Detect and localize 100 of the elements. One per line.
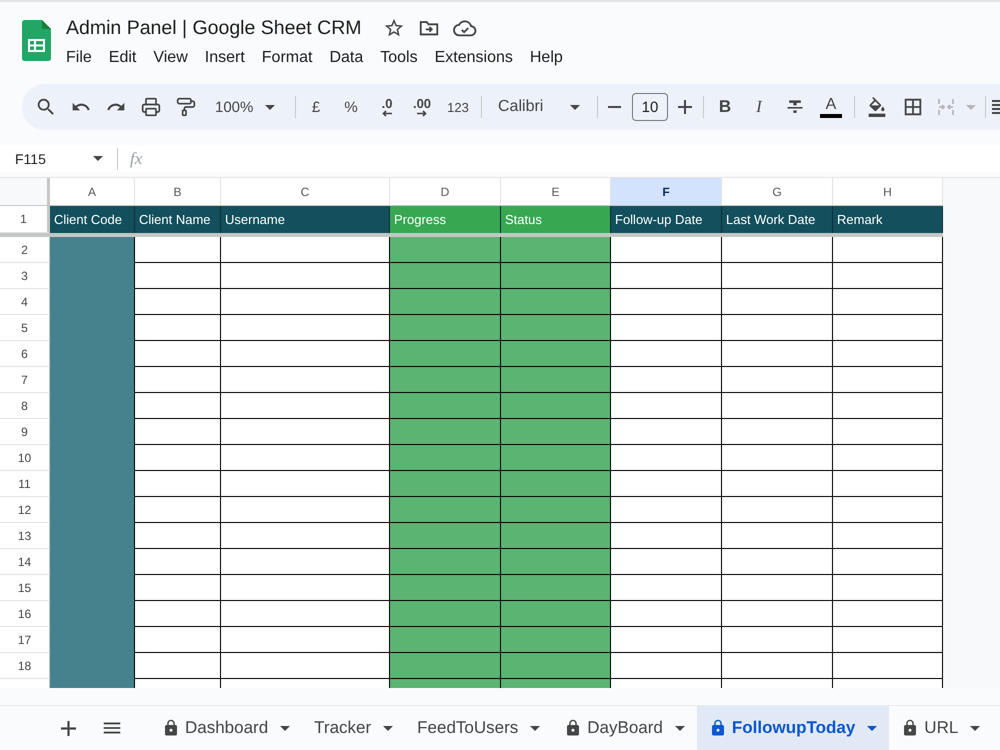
sheet-tab[interactable]: URL [889,706,992,750]
sheet-cell[interactable] [722,627,833,653]
sheet-cell[interactable] [501,679,611,688]
sheet-cell[interactable] [833,653,943,679]
sheet-cell[interactable] [135,679,221,688]
sheet-cell[interactable] [501,367,611,393]
row-number[interactable]: 8 [0,393,50,419]
document-title[interactable]: Admin Panel | Google Sheet CRM [66,16,362,40]
sheet-cell[interactable] [221,601,390,627]
header-cell[interactable]: Client Name [135,206,221,233]
sheet-cell[interactable] [611,679,722,688]
sheet-cell[interactable] [390,445,501,471]
sheet-cell[interactable] [390,367,501,393]
sheet-cell[interactable] [135,367,221,393]
sheet-cell[interactable] [611,393,722,419]
sheet-cell[interactable] [501,419,611,445]
header-cell[interactable]: Username [221,206,390,233]
header-cell[interactable]: Follow-up Date [611,206,722,233]
sheet-cell[interactable] [221,263,390,289]
sheet-cell[interactable] [611,549,722,575]
row-number[interactable]: 16 [0,601,50,627]
sheet-cell[interactable] [722,471,833,497]
sheet-cell[interactable] [501,627,611,653]
sheet-cell[interactable] [833,445,943,471]
sheet-cell[interactable] [135,549,221,575]
percent-button[interactable]: % [334,92,368,122]
sheet-cell[interactable] [390,419,501,445]
row-number[interactable]: 15 [0,575,50,601]
sheet-cell[interactable] [221,341,390,367]
row-number[interactable]: 5 [0,315,50,341]
row-number[interactable]: 12 [0,497,50,523]
row-number[interactable]: 4 [0,289,50,315]
sheet-cell[interactable] [50,237,135,263]
menu-item[interactable]: Extensions [434,49,513,67]
sheet-cell[interactable] [501,445,611,471]
sheet-cell[interactable] [501,471,611,497]
sheet-cell[interactable] [833,497,943,523]
sheet-cell[interactable] [221,549,390,575]
sheet-cell[interactable] [135,523,221,549]
menu-item[interactable]: Edit [108,49,136,67]
sheet-cell[interactable] [722,523,833,549]
name-box[interactable]: F115 [0,145,108,172]
sheet-cell[interactable] [390,523,501,549]
sheet-cell[interactable] [611,367,722,393]
row-number[interactable]: 1 [0,206,50,233]
sheet-cell[interactable] [611,497,722,523]
sheet-cell[interactable] [390,237,501,263]
sheet-cell[interactable] [722,653,833,679]
column-letter[interactable]: A [50,178,135,206]
sheet-cell[interactable] [390,263,501,289]
row-number[interactable]: 17 [0,627,50,653]
sheet-cell[interactable] [833,289,943,315]
sheet-cell[interactable] [501,315,611,341]
sheet-cell[interactable] [221,237,390,263]
row-number[interactable]: 7 [0,367,50,393]
menu-item[interactable]: View [153,49,188,67]
sheet-cell[interactable] [501,575,611,601]
sheet-cell[interactable] [722,237,833,263]
sheet-cell[interactable] [611,653,722,679]
header-cell[interactable]: Client Code [50,206,135,233]
sheet-cell[interactable] [390,679,501,688]
row-number[interactable]: 2 [0,237,50,263]
sheet-cell[interactable] [611,263,722,289]
sheet-cell[interactable] [390,497,501,523]
sheet-cell[interactable] [135,601,221,627]
sheet-cell[interactable] [221,575,390,601]
sheet-cell[interactable] [611,471,722,497]
bold-button[interactable]: B [708,92,742,122]
sheet-cell[interactable] [833,523,943,549]
sheet-cell[interactable] [221,315,390,341]
sheet-cell[interactable] [390,341,501,367]
column-letter[interactable]: H [833,178,943,206]
sheet-cell[interactable] [722,679,833,688]
sheet-cell[interactable] [135,289,221,315]
sheet-cell[interactable] [501,601,611,627]
header-cell[interactable]: Last Work Date [722,206,833,233]
menu-item[interactable]: Format [262,49,312,67]
sheet-cell[interactable] [501,497,611,523]
sheet-cell[interactable] [501,237,611,263]
sheet-cell[interactable] [390,601,501,627]
sheet-cell[interactable] [722,367,833,393]
sheet-tab[interactable]: DayBoard [552,706,697,750]
increase-decimal-button[interactable]: .00 [405,92,439,122]
sheet-cell[interactable] [221,627,390,653]
sheet-cell[interactable] [390,653,501,679]
sheet-cell[interactable] [501,289,611,315]
star-icon[interactable] [382,17,405,39]
sheet-cell[interactable] [135,341,221,367]
row-number[interactable]: 9 [0,419,50,445]
sheet-cell[interactable] [221,393,390,419]
sheet-cell[interactable] [611,445,722,471]
sheet-cell[interactable] [722,419,833,445]
row-header-cell[interactable] [0,679,50,688]
sheet-cell[interactable] [833,575,943,601]
sheet-cell[interactable] [833,237,943,263]
lines-icon[interactable] [991,99,1000,115]
sheet-tab[interactable]: Tracker [302,706,406,750]
sheet-cell[interactable] [135,419,221,445]
sheet-cell[interactable] [135,497,221,523]
sheet-cell[interactable] [135,393,221,419]
